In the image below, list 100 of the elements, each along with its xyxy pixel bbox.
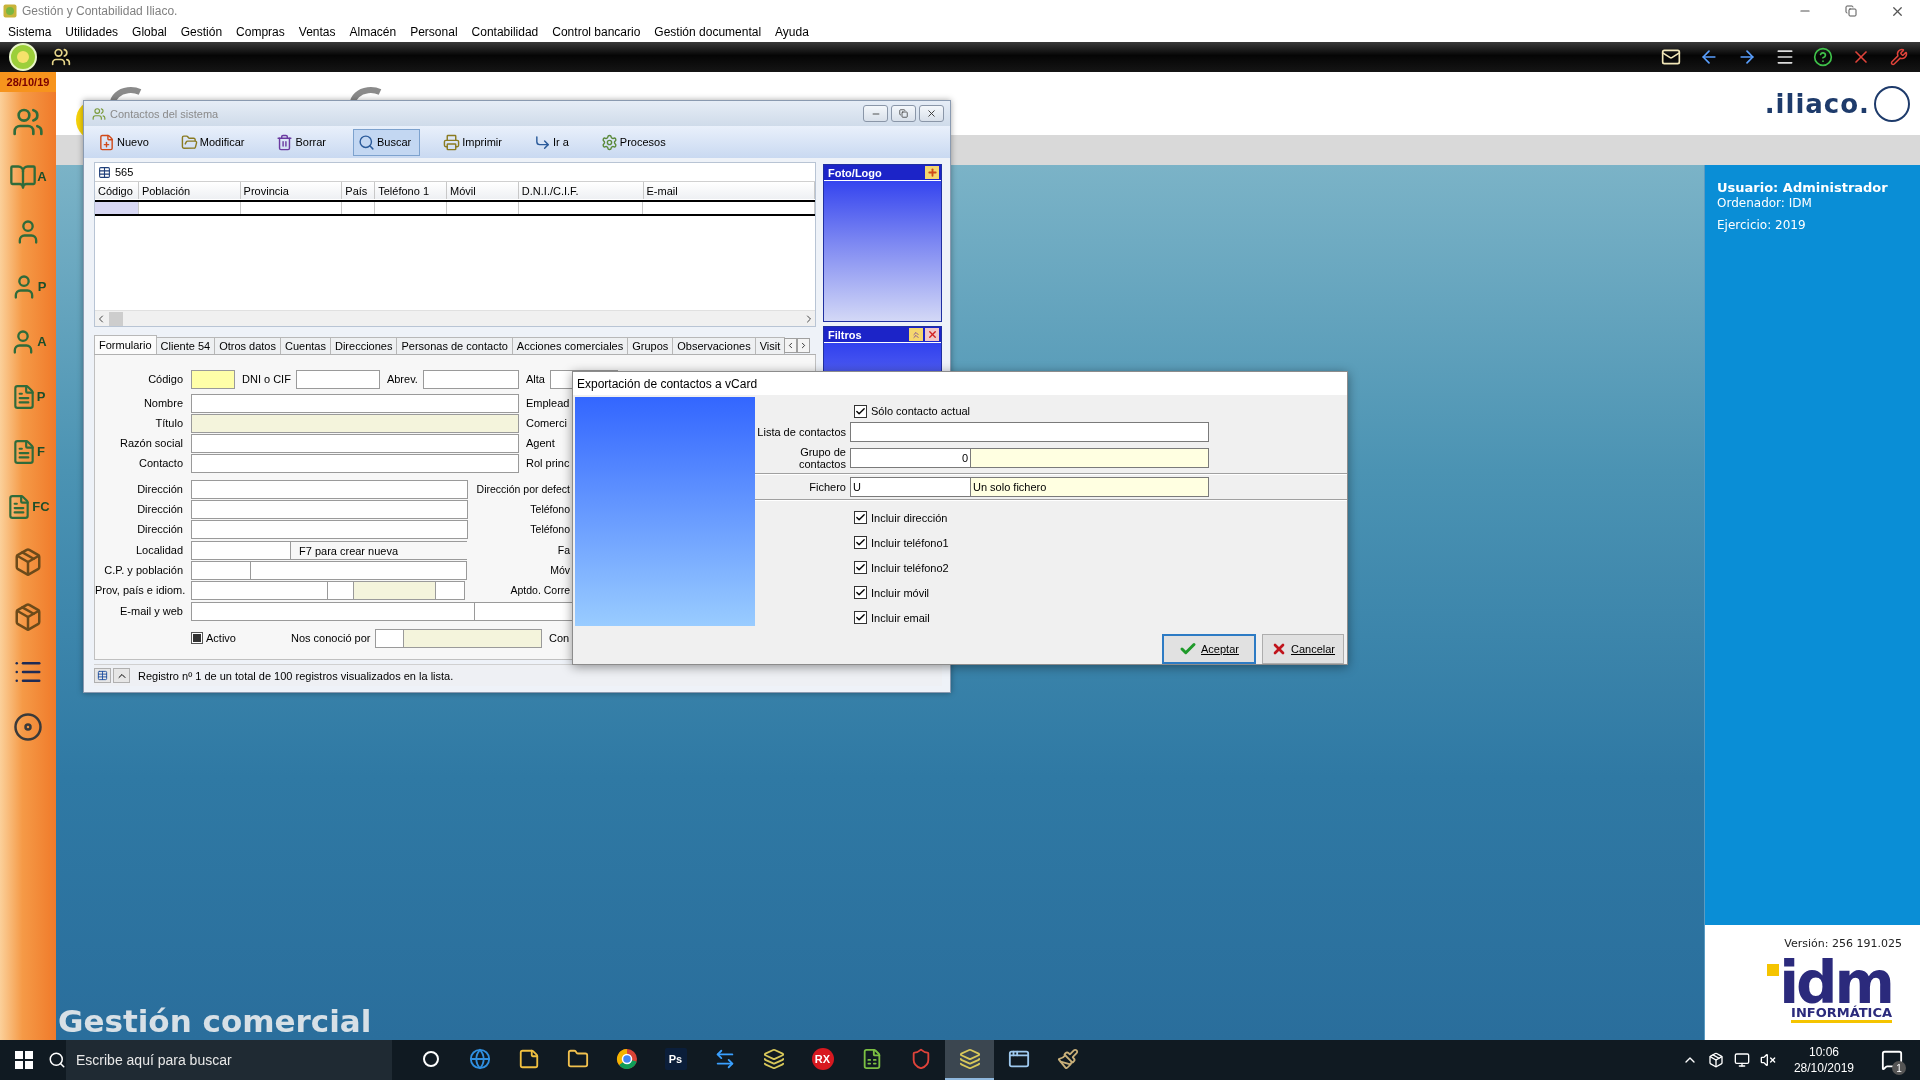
text-field[interactable]: [327, 580, 354, 600]
menu-item[interactable]: Control bancario: [545, 22, 648, 42]
volume-mute-icon[interactable]: [1759, 1052, 1776, 1068]
text-field[interactable]: U: [850, 477, 971, 497]
toolbar-button[interactable]: Modificar: [175, 128, 254, 156]
sidebar-item[interactable]: P: [3, 371, 53, 422]
column-header[interactable]: Móvil: [447, 182, 519, 199]
text-field[interactable]: [191, 479, 468, 499]
menu-item[interactable]: Gestión: [173, 22, 230, 42]
monitor-icon[interactable]: [1733, 1052, 1750, 1068]
add-button[interactable]: [925, 166, 939, 179]
text-field[interactable]: [191, 413, 519, 433]
menu-item[interactable]: Compras: [229, 22, 292, 42]
menu-item[interactable]: Global: [125, 22, 174, 42]
column-header[interactable]: Población: [138, 182, 241, 199]
text-field[interactable]: [353, 580, 436, 600]
tab[interactable]: Grupos: [627, 337, 674, 354]
text-field[interactable]: [403, 628, 542, 648]
text-field[interactable]: [191, 499, 468, 519]
clock[interactable]: 10:06 28/10/2019: [1785, 1044, 1862, 1076]
tab[interactable]: Direcciones: [329, 337, 398, 354]
checkbox-row[interactable]: Incluir dirección: [755, 505, 1347, 530]
text-field[interactable]: [375, 628, 404, 648]
text-field[interactable]: 0: [850, 448, 971, 468]
menu-item[interactable]: Gestión documental: [647, 22, 769, 42]
sidebar-item[interactable]: F: [3, 426, 53, 477]
text-field[interactable]: [191, 453, 519, 473]
checkbox[interactable]: [854, 536, 867, 549]
menu-item[interactable]: Ventas: [291, 22, 343, 42]
checkbox[interactable]: [854, 611, 867, 624]
checkbox[interactable]: [854, 511, 867, 524]
text-field[interactable]: [295, 369, 380, 389]
text-field[interactable]: [191, 519, 468, 539]
close-button[interactable]: [925, 328, 939, 341]
minimize-button[interactable]: [863, 105, 888, 122]
checkbox[interactable]: [854, 586, 867, 599]
tab[interactable]: Observaciones: [672, 337, 756, 354]
close-button[interactable]: [919, 105, 944, 122]
checkbox[interactable]: [854, 561, 867, 574]
checkbox[interactable]: [854, 404, 867, 418]
sidebar-item[interactable]: A: [3, 316, 53, 367]
package-icon[interactable]: [1707, 1052, 1724, 1068]
menu-item[interactable]: Sistema: [1, 22, 59, 42]
checkbox-row[interactable]: Incluir teléfono2: [755, 555, 1347, 580]
maximize-button[interactable]: [891, 105, 916, 122]
menu-item[interactable]: Utilidades: [58, 22, 126, 42]
table-row[interactable]: [95, 200, 815, 216]
text-field[interactable]: [850, 422, 1209, 442]
checkbox-row[interactable]: Incluir email: [755, 605, 1347, 630]
cancel-button[interactable]: Cancelar: [1262, 634, 1344, 664]
menu-item[interactable]: Almacén: [342, 22, 404, 42]
record-button[interactable]: [94, 668, 111, 683]
toolbar-button[interactable]: Ir a: [528, 128, 578, 156]
column-header[interactable]: Provincia: [240, 182, 343, 199]
text-field[interactable]: Un solo fichero: [970, 477, 1209, 497]
toolbar-button[interactable]: [8, 43, 38, 71]
column-header[interactable]: País: [342, 182, 376, 199]
tab[interactable]: Cuentas: [280, 337, 331, 354]
tab[interactable]: Cliente 54: [155, 337, 216, 354]
checkbox-row[interactable]: Sólo contacto actual: [755, 401, 1347, 421]
tab[interactable]: Otros datos: [214, 337, 281, 354]
text-field[interactable]: [970, 448, 1209, 468]
column-header[interactable]: Código: [95, 182, 139, 199]
menu-item[interactable]: Personal: [403, 22, 465, 42]
notifications-button[interactable]: 1: [1872, 1040, 1912, 1080]
search-field[interactable]: Escribe aquí para buscar: [66, 1040, 392, 1080]
horizontal-scrollbar[interactable]: [95, 310, 815, 326]
checkbox-row[interactable]: Incluir teléfono1: [755, 530, 1347, 555]
checkbox-row[interactable]: Incluir móvil: [755, 580, 1347, 605]
text-field[interactable]: [191, 393, 519, 413]
scrollbar-thumb[interactable]: [109, 311, 123, 326]
text-field[interactable]: [191, 601, 475, 621]
toolbar-button[interactable]: Borrar: [271, 128, 335, 156]
text-field[interactable]: [435, 580, 465, 600]
tab[interactable]: Personas de contacto: [396, 337, 513, 354]
tab[interactable]: Acciones comerciales: [511, 337, 629, 354]
sidebar-item[interactable]: P: [3, 261, 53, 312]
sidebar-item[interactable]: A: [3, 151, 53, 202]
toolbar-button[interactable]: Imprimir: [438, 128, 511, 156]
text-field[interactable]: [250, 560, 467, 580]
taskbar-app[interactable]: Ps: [651, 1040, 700, 1080]
text-field[interactable]: [191, 580, 328, 600]
toolbar-button[interactable]: Nuevo: [93, 128, 158, 156]
column-header[interactable]: D.N.I./C.I.F.: [518, 182, 644, 199]
sidebar-item[interactable]: FC: [3, 481, 53, 532]
checkbox[interactable]: [191, 632, 203, 644]
text-field[interactable]: [191, 433, 519, 453]
menu-item[interactable]: Contabilidad: [464, 22, 546, 42]
column-header[interactable]: E-mail: [643, 182, 815, 199]
toolbar-button[interactable]: Procesos: [595, 128, 675, 156]
text-field[interactable]: [191, 540, 291, 560]
taskbar-app[interactable]: RX: [798, 1040, 847, 1080]
collapse-button[interactable]: [113, 668, 130, 683]
accept-button[interactable]: Aceptar: [1162, 634, 1256, 664]
scroll-right-button[interactable]: [797, 338, 811, 353]
scroll-left-button[interactable]: [784, 338, 798, 353]
menu-item[interactable]: Ayuda: [768, 22, 816, 42]
text-field[interactable]: [191, 560, 251, 580]
tab[interactable]: Formulario: [94, 335, 157, 354]
toolbar-button[interactable]: Buscar: [353, 128, 421, 156]
